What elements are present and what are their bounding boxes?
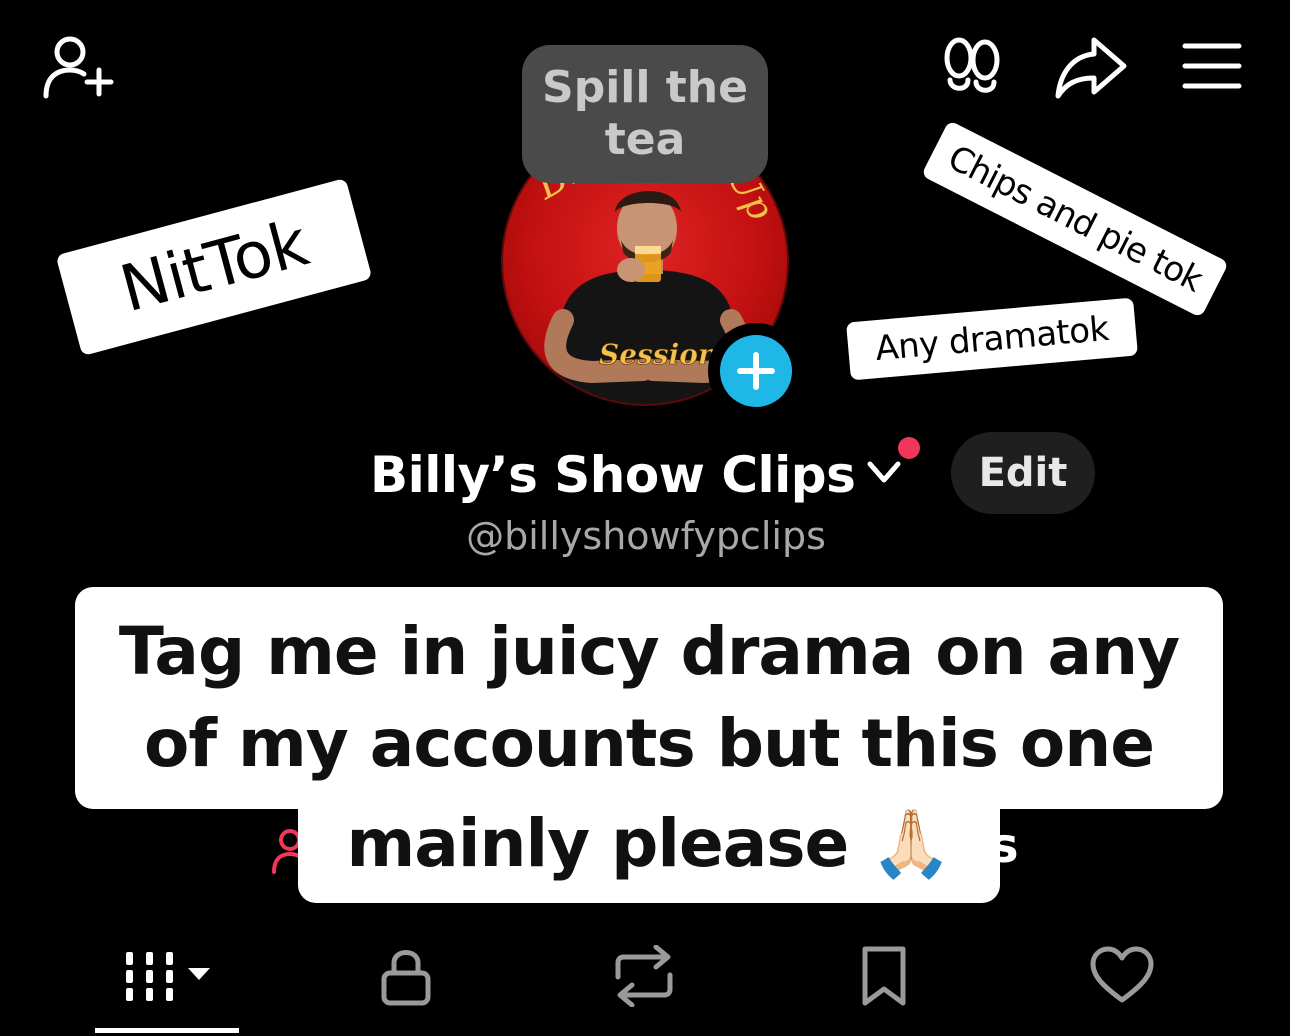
tab-videos[interactable]	[118, 938, 218, 1014]
bookmark-icon	[862, 946, 906, 1006]
sticker-nittok: NitTok	[55, 177, 373, 357]
tea-bubble-text: Spill the tea	[542, 62, 748, 165]
add-story-button[interactable]	[708, 323, 804, 419]
sticker-drama: Any dramatok	[846, 297, 1138, 381]
lock-icon	[381, 950, 431, 1006]
sticker-chips: Chips and pie tok	[921, 120, 1229, 318]
bio-line-3: mainly please 🙏🏻	[346, 805, 953, 882]
plus-icon	[737, 352, 775, 390]
tea-bubble[interactable]: Spill the tea	[522, 45, 768, 183]
menu-icon[interactable]	[1182, 42, 1242, 90]
repost-icon	[615, 945, 673, 1007]
add-friend-icon[interactable]	[40, 32, 116, 100]
bio-line-2: of my accounts but this one	[144, 705, 1155, 782]
share-icon[interactable]	[1054, 34, 1128, 100]
bio-sticker: Tag me in juicy drama on any of my accou…	[75, 587, 1223, 907]
display-name[interactable]: Billy’s Show Clips	[370, 440, 856, 510]
username-handle: @billyshowfypclips	[466, 514, 826, 558]
grid-icon	[126, 952, 210, 1001]
active-tab-indicator	[95, 1028, 239, 1033]
heart-icon	[1090, 946, 1154, 1003]
footprints-icon[interactable]	[942, 36, 1002, 98]
bio-line-1: Tag me in juicy drama on any	[118, 613, 1180, 690]
edit-button[interactable]: Edit	[951, 432, 1095, 514]
notification-dot	[898, 437, 920, 459]
tab-private[interactable]	[356, 938, 456, 1014]
chevron-down-icon[interactable]	[866, 458, 902, 490]
tab-reposts[interactable]	[594, 938, 694, 1014]
tab-liked[interactable]	[1072, 938, 1172, 1014]
tab-favorites[interactable]	[834, 938, 934, 1014]
